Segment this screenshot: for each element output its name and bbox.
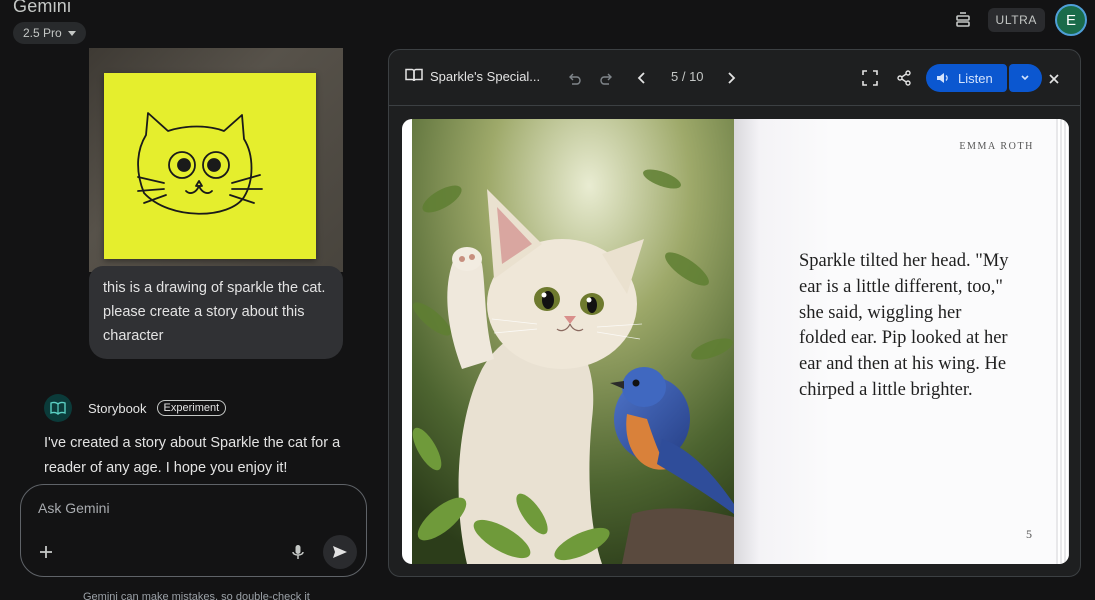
- chevron-down-icon: [67, 30, 76, 36]
- fullscreen-icon: [862, 70, 878, 86]
- sticky-note: [104, 73, 316, 259]
- close-icon: [1049, 74, 1059, 84]
- redo-icon: [600, 73, 612, 85]
- storybook-toolbar: Sparkle's Special... 5 / 10 Listen: [389, 50, 1080, 106]
- book-icon: [405, 68, 423, 82]
- share-icon: [897, 70, 911, 86]
- avatar[interactable]: E: [1055, 4, 1087, 36]
- listen-control-group: Listen: [926, 64, 1042, 92]
- undo-button[interactable]: [563, 68, 585, 90]
- cat-drawing: [137, 112, 263, 215]
- send-icon: [333, 546, 347, 558]
- page-number: 5: [1026, 527, 1032, 541]
- story-text-page: EMMA ROTH Sparkle tilted her head. "My e…: [734, 119, 1056, 564]
- prompt-input[interactable]: Ask Gemini: [38, 500, 110, 516]
- book-author: EMMA ROTH: [959, 141, 1034, 152]
- model-label: 2.5 Pro: [23, 26, 62, 40]
- agent-header: Storybook Experiment: [44, 394, 227, 422]
- user-message-bubble: this is a drawing of sparkle the cat. pl…: [89, 266, 343, 359]
- plan-badge: ULTRA: [987, 8, 1045, 32]
- next-page-button[interactable]: [720, 67, 742, 89]
- add-attachment-button[interactable]: [35, 541, 57, 563]
- storybook-panel: Sparkle's Special... 5 / 10 Listen EMMA …: [388, 49, 1081, 577]
- fullscreen-button[interactable]: [859, 67, 881, 89]
- share-button[interactable]: [893, 67, 915, 89]
- storybook-icon: [44, 394, 72, 422]
- plus-icon: [40, 546, 52, 558]
- prompt-input-box[interactable]: Ask Gemini: [20, 484, 367, 577]
- listen-options-button[interactable]: [1008, 64, 1042, 92]
- top-right-controls: ULTRA E: [948, 4, 1087, 36]
- chevron-right-icon: [728, 72, 736, 84]
- speaker-icon: [937, 73, 948, 83]
- cake-icon: [955, 12, 970, 27]
- agent-message: I've created a story about Sparkle the c…: [44, 435, 341, 476]
- agent-name: Storybook: [88, 400, 147, 416]
- story-paragraph: Sparkle tilted her head. "My ear is a li…: [799, 251, 1009, 400]
- microphone-icon: [292, 545, 304, 559]
- listen-label: Listen: [958, 70, 993, 86]
- open-storybook: EMMA ROTH Sparkle tilted her head. "My e…: [402, 119, 1069, 564]
- kitten-and-bird-illustration: [412, 119, 734, 564]
- redo-button[interactable]: [596, 68, 618, 90]
- uploaded-drawing-image[interactable]: [89, 48, 343, 272]
- book-title: Sparkle's Special...: [430, 69, 541, 84]
- page-indicator: 5 / 10: [671, 69, 704, 84]
- experiment-badge: Experiment: [156, 400, 227, 416]
- disclaimer: Gemini can make mistakes, so double-chec…: [83, 591, 310, 600]
- microphone-button[interactable]: [287, 541, 309, 563]
- model-selector[interactable]: 2.5 Pro: [13, 22, 86, 44]
- send-button[interactable]: [323, 535, 357, 569]
- close-button[interactable]: [1043, 68, 1065, 90]
- previous-page-button[interactable]: [631, 67, 653, 89]
- app-title: Gemini: [13, 0, 72, 16]
- chevron-down-icon: [1021, 75, 1029, 81]
- temporary-chat-button[interactable]: [948, 5, 978, 35]
- page-edges: [1056, 119, 1069, 564]
- undo-icon: [569, 73, 581, 85]
- chevron-left-icon: [637, 72, 645, 84]
- listen-button[interactable]: Listen: [926, 64, 1007, 92]
